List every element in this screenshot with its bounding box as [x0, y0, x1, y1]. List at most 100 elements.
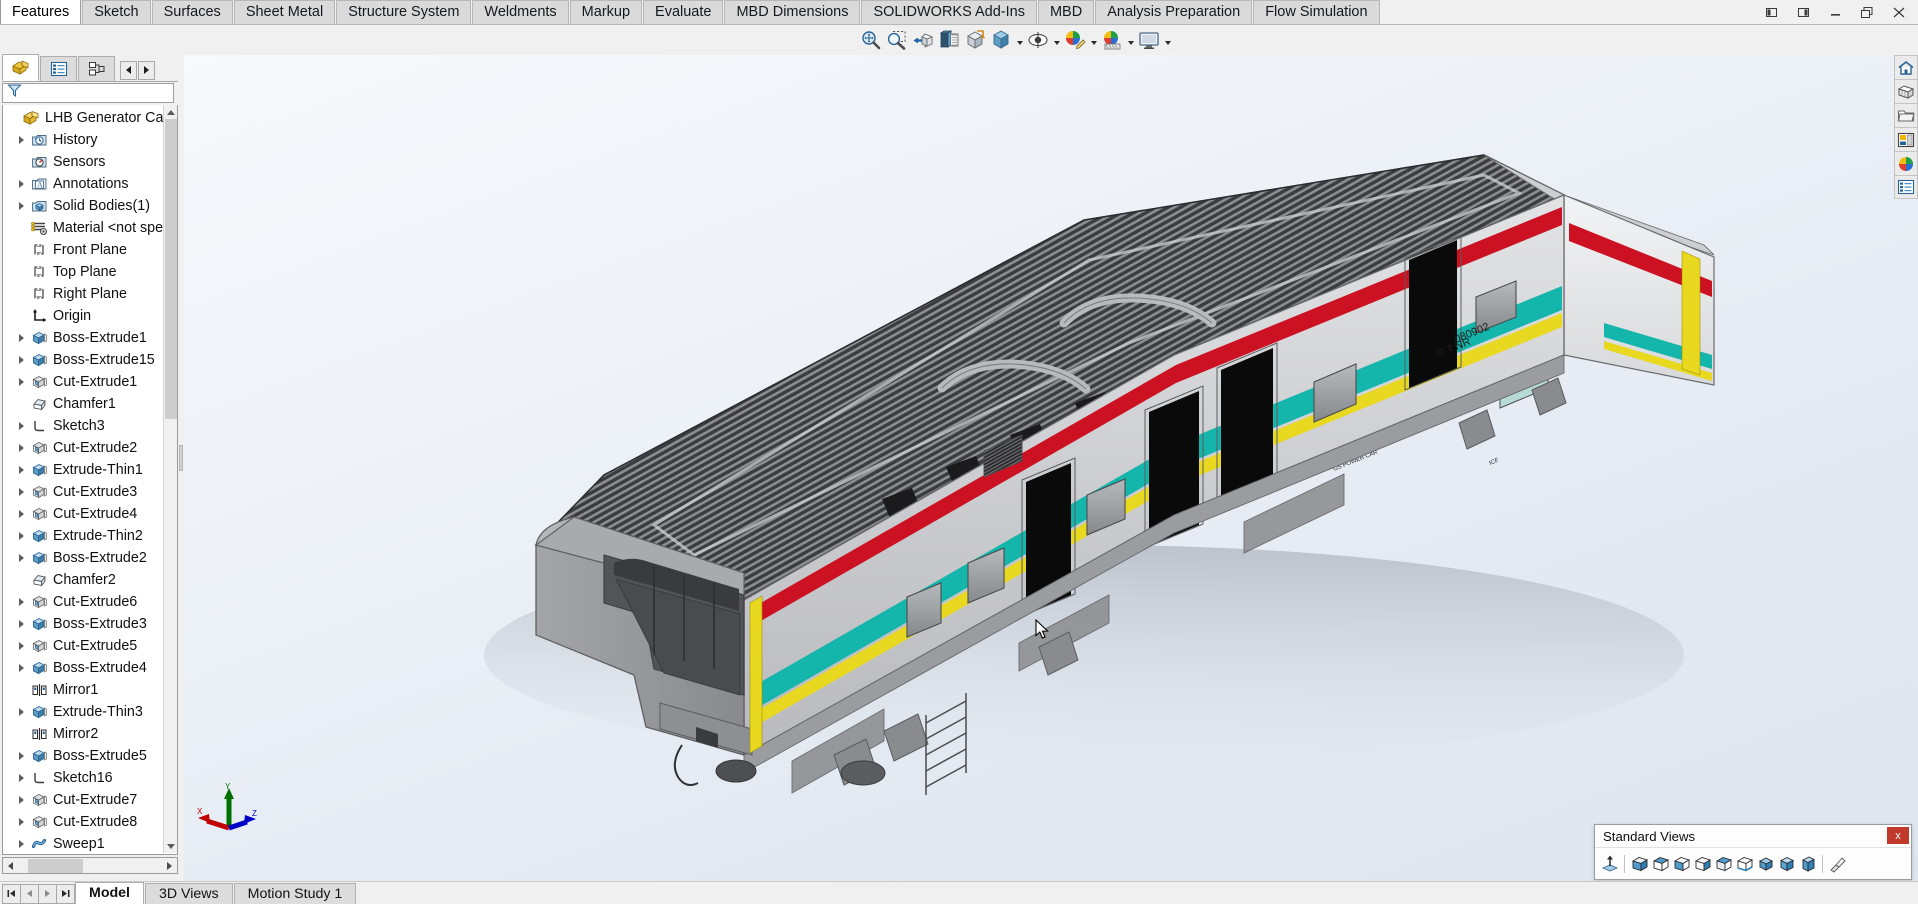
viewport-dropdown-caret[interactable] — [1162, 27, 1173, 53]
minimize-button[interactable] — [1820, 2, 1850, 23]
first-tab-button[interactable] — [2, 884, 21, 904]
tree-expand-arrow-icon[interactable] — [13, 591, 29, 613]
tree-item-cut-extrude5[interactable]: Cut-Extrude5 — [3, 635, 169, 657]
restore-button[interactable] — [1852, 2, 1882, 23]
hide-show-dropdown-caret[interactable] — [1051, 27, 1062, 53]
tree-item-cut-extrude4[interactable]: Cut-Extrude4 — [3, 503, 169, 525]
last-tab-button[interactable] — [56, 884, 75, 904]
trimetric-view-icon[interactable] — [1776, 852, 1797, 876]
tree-vertical-scrollbar[interactable] — [163, 105, 177, 853]
tree-item-extrude-thin1[interactable]: Extrude-Thin1 — [3, 459, 169, 481]
view-orientation-icon[interactable] — [962, 27, 988, 53]
tree-item-cut-extrude8[interactable]: Cut-Extrude8 — [3, 811, 169, 833]
tree-expand-arrow-icon[interactable] — [13, 371, 29, 393]
tree-filter-bar[interactable] — [2, 83, 174, 103]
restore-right-button[interactable] — [1788, 2, 1818, 23]
command-tab-sketch[interactable]: Sketch — [82, 0, 150, 24]
tree-expand-arrow-icon[interactable] — [13, 701, 29, 723]
view-home-icon[interactable] — [1894, 55, 1918, 79]
tree-item-cut-extrude7[interactable]: Cut-Extrude7 — [3, 789, 169, 811]
tree-expand-arrow-icon[interactable] — [13, 459, 29, 481]
tree-scroll-left-button[interactable] — [3, 858, 18, 873]
tree-item-sketch3[interactable]: Sketch3 — [3, 415, 169, 437]
open-folder-icon[interactable] — [1894, 103, 1918, 127]
tree-item-boss-extrude15[interactable]: Boss-Extrude15 — [3, 349, 169, 371]
next-tab-button[interactable] — [38, 884, 57, 904]
status-tab-motion-study-1[interactable]: Motion Study 1 — [234, 883, 357, 904]
edit-appearance-icon[interactable] — [1062, 27, 1088, 53]
normal-to-icon[interactable] — [1599, 852, 1620, 876]
tree-item-chamfer2[interactable]: Chamfer2 — [3, 569, 169, 591]
tree-hscroll-thumb[interactable] — [28, 859, 83, 873]
tree-expand-arrow-icon[interactable] — [13, 481, 29, 503]
tree-item-right-plane[interactable]: Right Plane — [3, 283, 169, 305]
graphics-area[interactable]: भा रे NR 080902 जी एस पावर कार GS POWER … — [184, 55, 1918, 881]
apply-scene-dropdown-caret[interactable] — [1125, 27, 1136, 53]
tree-item-sensors[interactable]: Sensors — [3, 151, 169, 173]
next-pane-button[interactable] — [138, 61, 155, 80]
command-tab-mbd[interactable]: MBD — [1038, 0, 1094, 24]
tree-item-extrude-thin3[interactable]: Extrude-Thin3 — [3, 701, 169, 723]
status-tab-3d-views[interactable]: 3D Views — [145, 883, 233, 904]
splitter-grip[interactable] — [179, 445, 183, 471]
tree-item-origin[interactable]: Origin — [3, 305, 169, 327]
display-style-icon[interactable] — [988, 27, 1014, 53]
tree-expand-arrow-icon[interactable] — [13, 437, 29, 459]
tree-item-extrude-thin2[interactable]: Extrude-Thin2 — [3, 525, 169, 547]
tree-item-sketch16[interactable]: Sketch16 — [3, 767, 169, 789]
configuration-manager-tab[interactable] — [78, 56, 115, 81]
command-tab-flow-simulation[interactable]: Flow Simulation — [1253, 0, 1379, 24]
command-tab-markup[interactable]: Markup — [570, 0, 642, 24]
tree-scroll-thumb[interactable] — [165, 119, 177, 419]
tree-item-front-plane[interactable]: Front Plane — [3, 239, 169, 261]
tree-item-history[interactable]: History — [3, 129, 169, 151]
edit-appearance-dropdown-caret[interactable] — [1088, 27, 1099, 53]
standard-views-close-button[interactable]: x — [1887, 827, 1909, 844]
tree-expand-arrow-icon[interactable] — [13, 613, 29, 635]
top-view-icon[interactable] — [1713, 852, 1734, 876]
property-manager-tab[interactable] — [40, 56, 77, 81]
tree-item-boss-extrude3[interactable]: Boss-Extrude3 — [3, 613, 169, 635]
command-tab-solidworks-add-ins[interactable]: SOLIDWORKS Add-Ins — [861, 0, 1037, 24]
back-view-icon[interactable] — [1650, 852, 1671, 876]
tree-item-chamfer1[interactable]: Chamfer1 — [3, 393, 169, 415]
previous-view-icon[interactable] — [910, 27, 936, 53]
tree-item-cut-extrude3[interactable]: Cut-Extrude3 — [3, 481, 169, 503]
tree-expand-arrow-icon[interactable] — [13, 833, 29, 855]
tree-item-cut-extrude6[interactable]: Cut-Extrude6 — [3, 591, 169, 613]
standard-views-title-bar[interactable]: Standard Views x — [1595, 825, 1911, 847]
right-view-icon[interactable] — [1692, 852, 1713, 876]
tree-expand-arrow-icon[interactable] — [13, 547, 29, 569]
tree-scroll-up-button[interactable] — [164, 105, 178, 119]
previous-pane-button[interactable] — [120, 61, 137, 80]
section-view-icon[interactable] — [936, 27, 962, 53]
tree-expand-arrow-icon[interactable] — [13, 657, 29, 679]
tree-item-material-not-specif[interactable]: Material <not specif — [3, 217, 169, 239]
tree-item-boss-extrude4[interactable]: Boss-Extrude4 — [3, 657, 169, 679]
standard-views-dialog[interactable]: Standard Views x — [1594, 824, 1912, 880]
restore-left-button[interactable] — [1756, 2, 1786, 23]
tree-item-solid-bodies-1-[interactable]: Solid Bodies(1) — [3, 195, 169, 217]
isometric-view-icon[interactable] — [1755, 852, 1776, 876]
status-tab-model[interactable]: Model — [75, 882, 144, 904]
tree-item-boss-extrude5[interactable]: Boss-Extrude5 — [3, 745, 169, 767]
tree-item-annotations[interactable]: AAnnotations — [3, 173, 169, 195]
tree-item-mirror1[interactable]: Mirror1 — [3, 679, 169, 701]
tree-expand-arrow-icon[interactable] — [13, 525, 29, 547]
tree-expand-arrow-icon[interactable] — [13, 173, 29, 195]
display-style-dropdown-caret[interactable] — [1014, 27, 1025, 53]
zoom-to-fit-icon[interactable] — [858, 27, 884, 53]
dimetric-view-icon[interactable] — [1797, 852, 1818, 876]
tree-expand-arrow-icon[interactable] — [13, 129, 29, 151]
tree-item-top-plane[interactable]: Top Plane — [3, 261, 169, 283]
apply-scene-icon[interactable] — [1099, 27, 1125, 53]
command-tab-analysis-preparation[interactable]: Analysis Preparation — [1095, 0, 1252, 24]
display-states-icon[interactable] — [1894, 175, 1918, 199]
tree-item-boss-extrude1[interactable]: Boss-Extrude1 — [3, 327, 169, 349]
command-tab-mbd-dimensions[interactable]: MBD Dimensions — [724, 0, 860, 24]
prev-tab-button[interactable] — [20, 884, 39, 904]
command-tab-evaluate[interactable]: Evaluate — [643, 0, 723, 24]
tree-item-cut-extrude1[interactable]: Cut-Extrude1 — [3, 371, 169, 393]
tree-item-boss-extrude2[interactable]: Boss-Extrude2 — [3, 547, 169, 569]
command-tab-sheet-metal[interactable]: Sheet Metal — [234, 0, 335, 24]
